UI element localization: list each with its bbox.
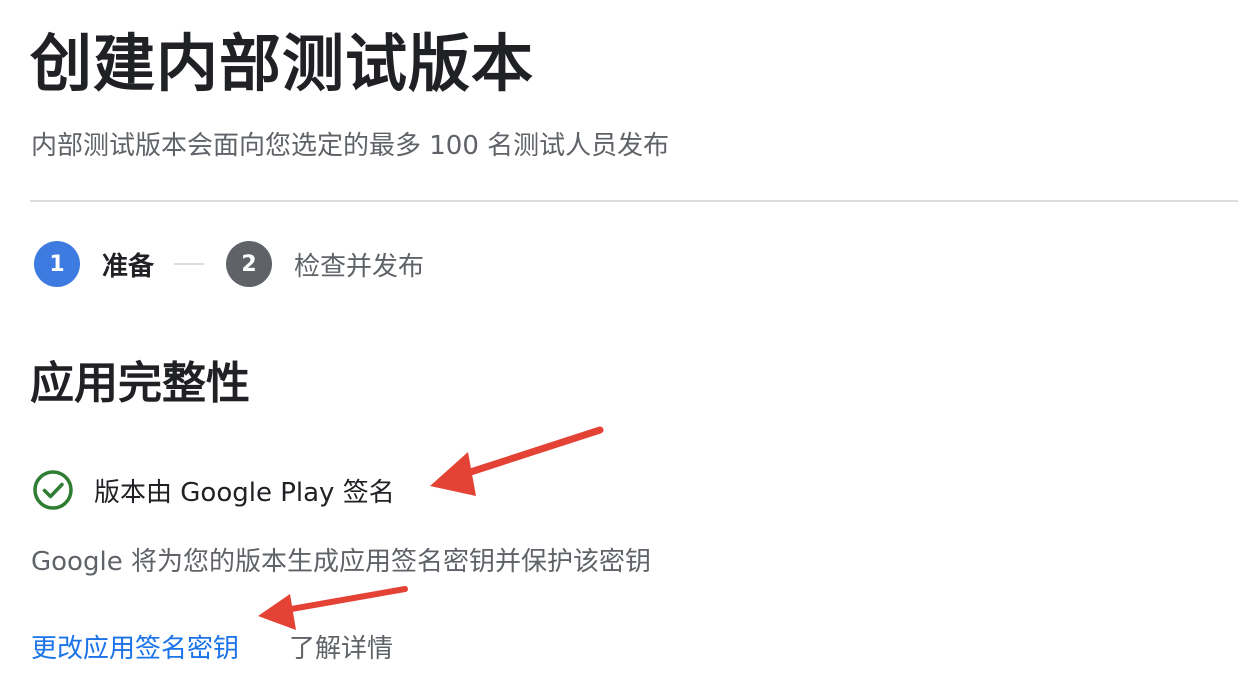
signing-status: 版本由 Google Play 签名 — [32, 468, 395, 512]
header-divider — [30, 200, 1238, 202]
signing-status-text: 版本由 Google Play 签名 — [94, 477, 395, 508]
section-heading-app-integrity: 应用完整性 — [30, 358, 250, 409]
step-label: 准备 — [102, 251, 155, 282]
step-connector — [174, 263, 205, 265]
step-prepare[interactable]: 1 准备 — [34, 241, 154, 287]
step-number-badge: 1 — [34, 241, 80, 287]
check-circle-icon — [33, 470, 73, 510]
page-title: 创建内部测试版本 — [30, 27, 535, 100]
annotation-arrow-status — [430, 426, 604, 496]
change-signing-key-link[interactable]: 更改应用签名密钥 — [31, 628, 239, 665]
learn-more-link[interactable]: 了解详情 — [289, 628, 393, 665]
stepper: 1 准备 2 检查并发布 — [34, 240, 424, 288]
page-subtitle: 内部测试版本会面向您选定的最多 100 名测试人员发布 — [31, 131, 670, 161]
step-number-badge: 2 — [226, 241, 273, 287]
signing-description: Google 将为您的版本生成应用签名密钥并保护该密钥 — [31, 547, 651, 577]
step-review-and-publish[interactable]: 2 检查并发布 — [226, 241, 424, 287]
step-label: 检查并发布 — [294, 251, 425, 282]
signing-links: 更改应用签名密钥 了解详情 — [31, 624, 393, 668]
